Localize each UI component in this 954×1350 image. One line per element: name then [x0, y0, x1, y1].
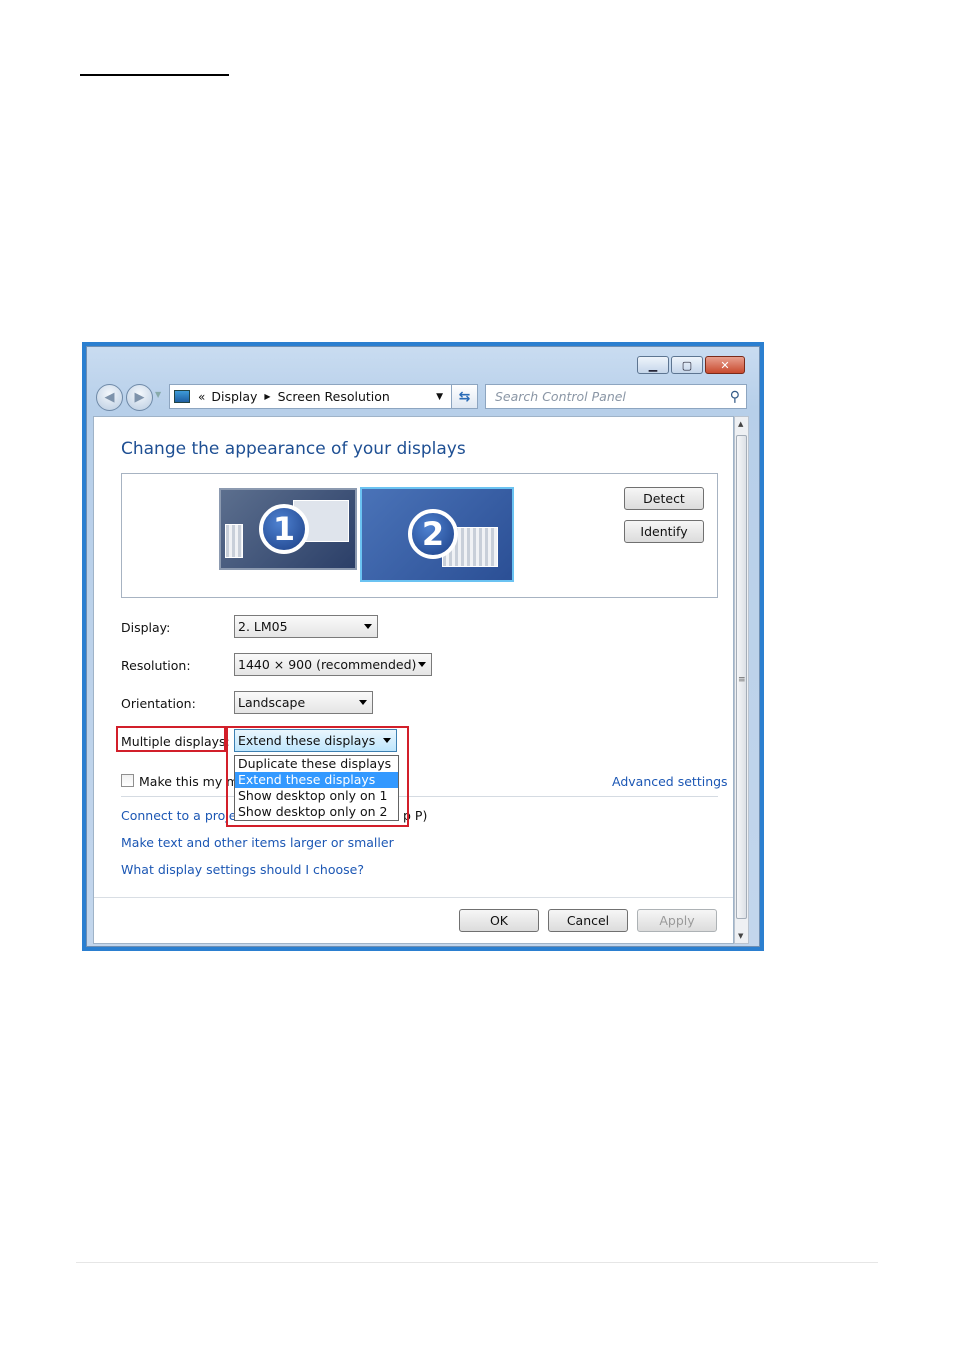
page-title: Change the appearance of your displays [121, 439, 466, 459]
chevron-down-icon [418, 662, 426, 667]
apply-button[interactable]: Apply [637, 909, 717, 932]
close-icon[interactable]: ✕ [705, 356, 745, 374]
monitor-1-sidebar-thumbnail [225, 524, 243, 558]
vertical-scrollbar[interactable]: ▲ ≡ ▼ [734, 416, 749, 944]
display-select-value: 2. LM05 [238, 619, 288, 634]
page-footer-rule [76, 1262, 878, 1263]
resolution-select[interactable]: 1440 × 900 (recommended) [234, 653, 432, 676]
multiple-displays-select-value: Extend these displays [238, 733, 376, 748]
forward-arrow-icon[interactable]: ▶ [126, 384, 153, 411]
maximize-icon[interactable]: ▢ [671, 356, 703, 374]
display-preview: 1 2 Detect Identify [121, 473, 718, 598]
history-dropdown-icon[interactable]: ▼ [155, 390, 161, 399]
address-bar[interactable]: « Display ▶ Screen Resolution ▼ [169, 384, 452, 409]
option-extend-displays[interactable]: Extend these displays [235, 772, 398, 788]
scroll-grip-icon: ≡ [738, 675, 746, 685]
chevron-down-icon [359, 700, 367, 705]
connect-projector-link[interactable]: Connect to a proje [121, 808, 236, 823]
page-top-rule [80, 74, 229, 76]
orientation-label: Orientation: [121, 696, 196, 711]
breadcrumb-screen-resolution[interactable]: Screen Resolution [278, 389, 390, 404]
scroll-up-icon[interactable]: ▲ [738, 420, 743, 428]
breadcrumb-arrow-icon[interactable]: ▶ [264, 392, 270, 401]
screen-resolution-window: ▁ ▢ ✕ ◀ ▶ ▼ « Display ▶ Screen Resolutio… [82, 342, 764, 951]
monitor-1-number-badge: 1 [259, 504, 309, 554]
option-show-desktop-1[interactable]: Show desktop only on 1 [235, 788, 398, 804]
option-show-desktop-2[interactable]: Show desktop only on 2 [235, 804, 398, 820]
orientation-select-value: Landscape [238, 695, 306, 710]
main-display-checkbox[interactable] [121, 774, 134, 787]
search-placeholder: Search Control Panel [495, 389, 626, 404]
connect-projector-shortcut-tail: p P) [403, 808, 428, 823]
multiple-displays-label: Multiple displays: [121, 734, 230, 749]
identify-button[interactable]: Identify [624, 520, 704, 543]
minimize-icon[interactable]: ▁ [637, 356, 669, 374]
monitor-2-number-badge: 2 [408, 509, 458, 559]
window-frame: ▁ ▢ ✕ ◀ ▶ ▼ « Display ▶ Screen Resolutio… [86, 346, 760, 947]
advanced-settings-link[interactable]: Advanced settings [612, 774, 728, 789]
monitor-1[interactable]: 1 [219, 488, 357, 570]
breadcrumb-display[interactable]: Display [211, 389, 257, 404]
chevron-down-icon [364, 624, 372, 629]
divider [121, 796, 718, 797]
multiple-displays-select[interactable]: Extend these displays [234, 729, 397, 752]
resolution-label: Resolution: [121, 658, 191, 673]
display-settings-help-link[interactable]: What display settings should I choose? [121, 862, 364, 877]
detect-button[interactable]: Detect [624, 487, 704, 510]
text-size-link[interactable]: Make text and other items larger or smal… [121, 835, 394, 850]
resolution-select-value: 1440 × 900 (recommended) [238, 657, 417, 672]
footer-divider [94, 897, 733, 898]
option-duplicate-displays[interactable]: Duplicate these displays [235, 756, 398, 772]
scroll-down-icon[interactable]: ▼ [738, 932, 743, 940]
window-controls: ▁ ▢ ✕ [637, 356, 745, 374]
refresh-icon[interactable]: ⇆ [451, 384, 478, 409]
control-panel-icon [174, 390, 190, 403]
breadcrumb-overflow[interactable]: « [198, 390, 205, 404]
magnifier-icon[interactable]: ⚲ [730, 389, 740, 405]
multiple-displays-dropdown-list: Duplicate these displays Extend these di… [234, 755, 399, 821]
address-dropdown-icon[interactable]: ▼ [436, 392, 443, 402]
display-label: Display: [121, 620, 171, 635]
ok-button[interactable]: OK [459, 909, 539, 932]
main-display-checkbox-label: Make this my ma [139, 774, 247, 789]
cancel-button[interactable]: Cancel [548, 909, 628, 932]
orientation-select[interactable]: Landscape [234, 691, 373, 714]
search-input[interactable]: Search Control Panel ⚲ [485, 384, 747, 409]
monitor-2[interactable]: 2 [360, 487, 514, 582]
chevron-down-icon [383, 738, 391, 743]
display-select[interactable]: 2. LM05 [234, 615, 378, 638]
content-pane: Change the appearance of your displays 1… [93, 416, 734, 944]
back-arrow-icon[interactable]: ◀ [96, 384, 123, 411]
